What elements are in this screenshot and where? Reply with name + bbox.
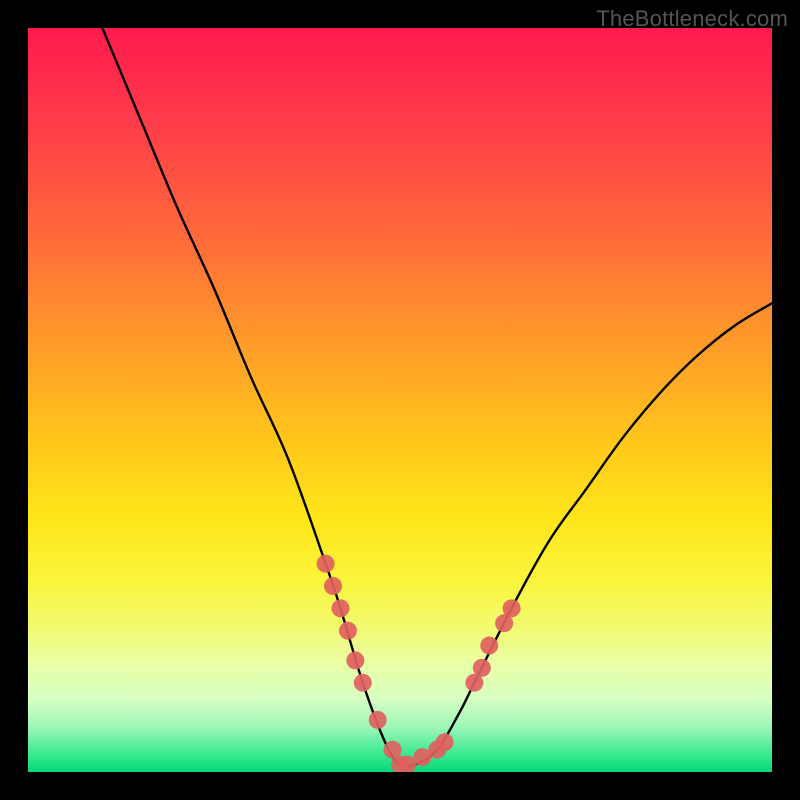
- highlight-marker: [480, 637, 498, 655]
- highlight-marker: [339, 622, 357, 640]
- highlight-marker: [436, 733, 454, 751]
- highlight-markers: [317, 555, 521, 772]
- plot-area: [28, 28, 772, 772]
- highlight-marker: [324, 577, 342, 595]
- highlight-marker: [346, 651, 364, 669]
- highlight-marker: [369, 711, 387, 729]
- highlight-marker: [331, 599, 349, 617]
- highlight-marker: [317, 555, 335, 573]
- highlight-marker: [503, 599, 521, 617]
- curve-svg: [28, 28, 772, 772]
- chart-frame: TheBottleneck.com: [0, 0, 800, 800]
- highlight-marker: [473, 659, 491, 677]
- highlight-marker: [354, 674, 372, 692]
- bottleneck-curve: [102, 28, 772, 767]
